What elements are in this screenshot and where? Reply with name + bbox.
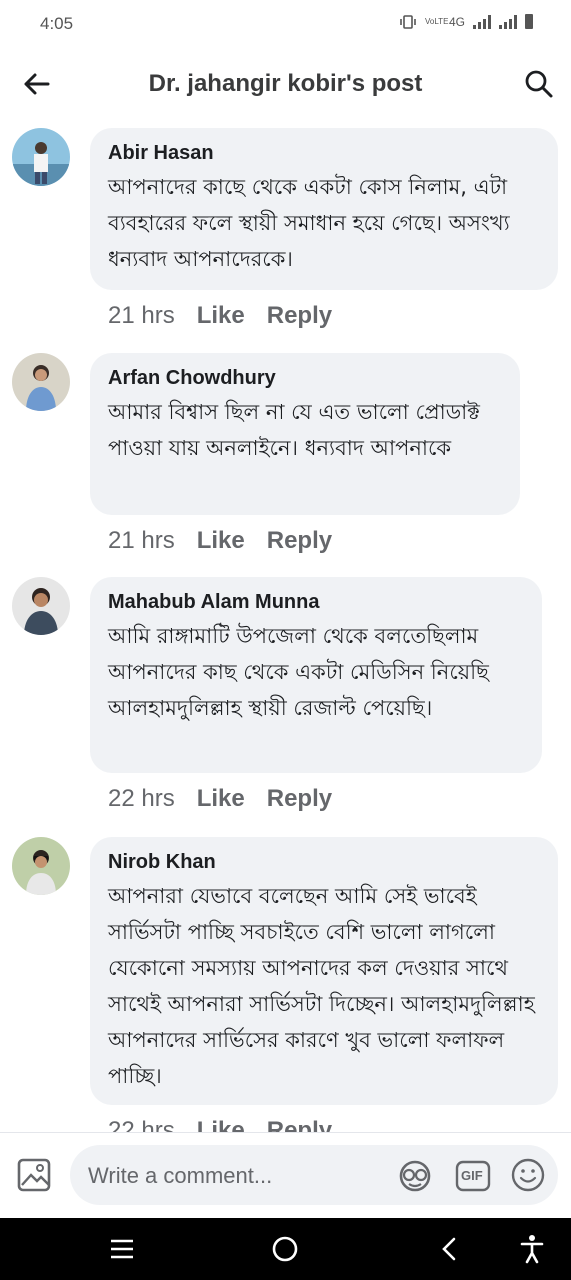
vibrate-icon (400, 14, 416, 29)
signal-icon (473, 14, 491, 29)
comment-author[interactable]: Mahabub Alam Munna (108, 591, 524, 614)
avatar[interactable] (12, 353, 70, 411)
accessibility-icon (520, 1235, 544, 1264)
comment-meta: 21 hrs Like Reply (108, 302, 332, 330)
signal-icon (499, 14, 517, 29)
recent-apps-button[interactable] (105, 1232, 139, 1266)
status-icons: VoLTE 4G (399, 14, 533, 29)
emoji-button[interactable] (510, 1157, 546, 1193)
reply-button[interactable]: Reply (267, 785, 332, 813)
search-icon (525, 70, 553, 98)
header: Dr. jahangir kobir's post (0, 56, 571, 112)
comment-meta: 22 hrs Like Reply (108, 785, 332, 813)
home-icon (272, 1236, 298, 1262)
like-button[interactable]: Like (197, 527, 245, 555)
comment-composer: Write a comment... GIF (0, 1132, 571, 1218)
page-title: Dr. jahangir kobir's post (148, 70, 423, 97)
comment-meta: 21 hrs Like Reply (108, 527, 332, 555)
search-button[interactable] (521, 66, 557, 102)
comment-bubble[interactable]: Arfan Chowdhury আমার বিশ্বাস ছিল না যে এ… (90, 353, 520, 515)
gif-button[interactable]: GIF (455, 1159, 491, 1193)
comment-author[interactable]: Nirob Khan (108, 851, 540, 874)
network-label: 4G (448, 14, 465, 29)
home-button[interactable] (268, 1232, 302, 1266)
comment-text: আপনাদের কাছে থেকে একটা কোস নিলাম, এটা ব্… (108, 175, 510, 271)
avatar[interactable] (12, 577, 70, 635)
comment-text: আমি রাঙ্গামাটি উপজেলা থেকে বলতেছিলাম আপন… (108, 624, 489, 720)
comment-bubble[interactable]: Abir Hasan আপনাদের কাছে থেকে একটা কোস নি… (90, 128, 558, 290)
status-time: 4:05 (40, 14, 74, 33)
nav-back-button[interactable] (432, 1232, 466, 1266)
avatar[interactable] (12, 128, 70, 186)
comment-placeholder: Write a comment... (88, 1163, 273, 1188)
avatar-sticker-button[interactable] (396, 1159, 434, 1193)
emoji-icon (511, 1158, 545, 1192)
reply-button[interactable]: Reply (267, 527, 332, 555)
comment-time[interactable]: 22 hrs (108, 785, 175, 813)
comment-bubble[interactable]: Nirob Khan আপনারা যেভাবে বলেছেন আমি সেই … (90, 837, 558, 1105)
battery-icon (525, 14, 533, 29)
gif-label: GIF (461, 1168, 483, 1183)
like-button[interactable]: Like (197, 302, 245, 330)
reply-button[interactable]: Reply (267, 302, 332, 330)
comment-text: আমার বিশ্বাস ছিল না যে এত ভালো প্রোডাক্ট… (108, 400, 480, 460)
system-nav-bar (0, 1218, 571, 1280)
comment-text: আপনারা যেভাবে বলেছেন আমি সেই ভাবেই সার্ভ… (108, 884, 535, 1088)
comment-time[interactable]: 21 hrs (108, 302, 175, 330)
like-button[interactable]: Like (197, 785, 245, 813)
photo-icon (17, 1158, 51, 1192)
avatar[interactable] (12, 837, 70, 895)
volte-label: VoLTE (424, 16, 449, 26)
comment-time[interactable]: 21 hrs (108, 527, 175, 555)
comment-bubble[interactable]: Mahabub Alam Munna আমি রাঙ্গামাটি উপজেলা… (90, 577, 542, 773)
avatar-sticker-icon (399, 1160, 431, 1192)
comment-author[interactable]: Abir Hasan (108, 142, 540, 165)
accessibility-button[interactable] (515, 1232, 549, 1266)
recent-apps-icon (111, 1239, 133, 1259)
comment-author[interactable]: Arfan Chowdhury (108, 367, 502, 390)
nav-back-icon (442, 1237, 456, 1261)
photo-button[interactable] (16, 1155, 56, 1195)
status-bar: 4:05 VoLTE 4G (0, 0, 571, 48)
